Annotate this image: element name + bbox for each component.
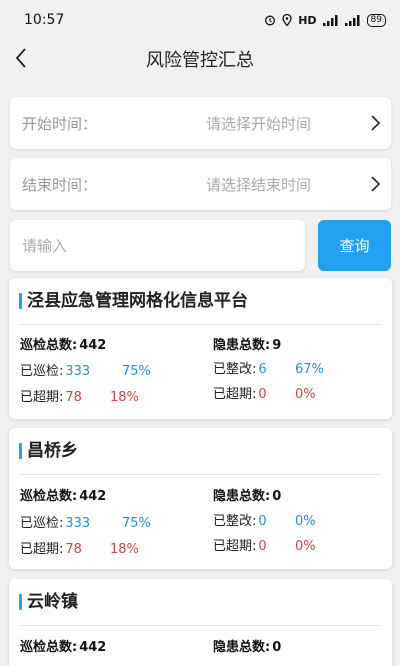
nav-bar: 风险管控汇总 [0, 40, 400, 78]
chevron-right-icon [371, 176, 381, 192]
hazard-total-label: 隐患总数: [213, 489, 271, 504]
status-icons: HD 89 [264, 13, 386, 27]
patrol-done-percent: 75% [122, 516, 151, 531]
hazard-fixed-percent: 67% [295, 362, 324, 377]
hazard-total-value: 0 [272, 489, 282, 504]
hazard-fixed-stat: 已整改: 0 0% [213, 514, 383, 530]
patrol-overdue-stat: 已超期: 78 18% [20, 390, 200, 406]
end-time-placeholder: 请选择结束时间 [205, 175, 311, 194]
patrol-total-stat: 巡检总数: 442 [20, 640, 106, 656]
hazard-fixed-value: 6 [258, 362, 267, 377]
hazard-total-stat: 隐患总数: 9 [213, 338, 281, 354]
patrol-total-value: 442 [79, 489, 107, 504]
end-time-picker[interactable]: 结束时间： 请选择结束时间 [10, 158, 391, 210]
card-title: 昌桥乡 [19, 442, 78, 460]
status-bar: 10:57 HD 89 [0, 0, 400, 40]
hd-indicator: HD [298, 13, 317, 27]
signal-icon-2 [344, 14, 360, 26]
hazard-fixed-value: 0 [258, 514, 267, 529]
hazard-total-stat: 隐患总数: 0 [213, 640, 281, 656]
hazard-overdue-percent: 0% [295, 387, 316, 402]
patrol-overdue-percent: 18% [110, 542, 139, 557]
hazard-fixed-stat: 已整改: 6 67% [213, 362, 383, 378]
start-time-label: 开始时间： [22, 114, 98, 133]
patrol-total-stat: 巡检总数: 442 [20, 489, 106, 505]
patrol-total-label: 巡检总数: [20, 338, 78, 353]
card-title: 云岭镇 [19, 593, 78, 611]
patrol-overdue-label: 已超期: [20, 542, 64, 557]
patrol-overdue-value: 78 [65, 390, 82, 405]
hazard-total-label: 隐患总数: [213, 338, 271, 353]
hazard-fixed-percent: 0% [295, 514, 316, 529]
patrol-done-label: 已巡检: [20, 516, 64, 531]
hazard-fixed-label: 已整改: [213, 362, 257, 377]
status-time: 10:57 [24, 12, 65, 28]
patrol-done-stat: 已巡检: 333 75% [20, 364, 200, 380]
alarm-icon [265, 15, 276, 26]
signal-icon [322, 14, 338, 26]
patrol-done-value: 333 [65, 364, 91, 379]
end-time-label: 结束时间： [22, 175, 98, 194]
patrol-total-label: 巡检总数: [20, 489, 78, 504]
start-time-placeholder: 请选择开始时间 [205, 114, 311, 133]
hazard-overdue-stat: 已超期: 0 0% [213, 539, 383, 555]
search-button[interactable]: 查询 [318, 220, 391, 271]
hazard-overdue-stat: 已超期: 0 0% [213, 387, 383, 403]
back-arrow-icon[interactable] [10, 46, 34, 70]
patrol-total-stat: 巡检总数: 442 [20, 338, 106, 354]
hazard-overdue-value: 0 [258, 539, 267, 554]
hazard-overdue-percent: 0% [295, 539, 316, 554]
hazard-total-value: 9 [272, 338, 282, 353]
patrol-overdue-percent: 18% [110, 390, 139, 405]
location-icon [282, 14, 292, 26]
battery-icon: 89 [366, 13, 386, 27]
hazard-overdue-label: 已超期: [213, 387, 257, 402]
patrol-total-value: 442 [79, 338, 107, 353]
patrol-done-percent: 75% [122, 364, 151, 379]
patrol-done-value: 333 [65, 516, 91, 531]
hazard-fixed-label: 已整改: [213, 514, 257, 529]
summary-card[interactable]: 昌桥乡 巡检总数: 442 已巡检: 333 75% 已超期: 78 18% 隐患总数… [9, 428, 392, 569]
page-title: 风险管控汇总 [146, 50, 254, 71]
patrol-overdue-value: 78 [65, 542, 82, 557]
card-divider [19, 625, 382, 626]
hazard-overdue-value: 0 [258, 387, 267, 402]
hazard-total-value: 0 [272, 640, 282, 655]
summary-card[interactable]: 云岭镇 巡检总数: 442 隐患总数: 0 [9, 579, 392, 666]
card-divider [19, 324, 382, 325]
patrol-overdue-label: 已超期: [20, 390, 64, 405]
patrol-overdue-stat: 已超期: 78 18% [20, 542, 200, 558]
patrol-total-value: 442 [79, 640, 107, 655]
start-time-picker[interactable]: 开始时间： 请选择开始时间 [10, 97, 391, 149]
search-input[interactable] [10, 220, 305, 271]
patrol-done-label: 已巡检: [20, 364, 64, 379]
patrol-done-stat: 已巡检: 333 75% [20, 516, 200, 532]
hazard-total-stat: 隐患总数: 0 [213, 489, 281, 505]
patrol-total-label: 巡检总数: [20, 640, 78, 655]
chevron-right-icon [371, 115, 381, 131]
card-divider [19, 474, 382, 475]
card-title: 泾县应急管理网格化信息平台 [19, 292, 248, 310]
hazard-overdue-label: 已超期: [213, 539, 257, 554]
summary-card[interactable]: 泾县应急管理网格化信息平台 巡检总数: 442 已巡检: 333 75% 已超期: 7… [9, 278, 392, 419]
hazard-total-label: 隐患总数: [213, 640, 271, 655]
